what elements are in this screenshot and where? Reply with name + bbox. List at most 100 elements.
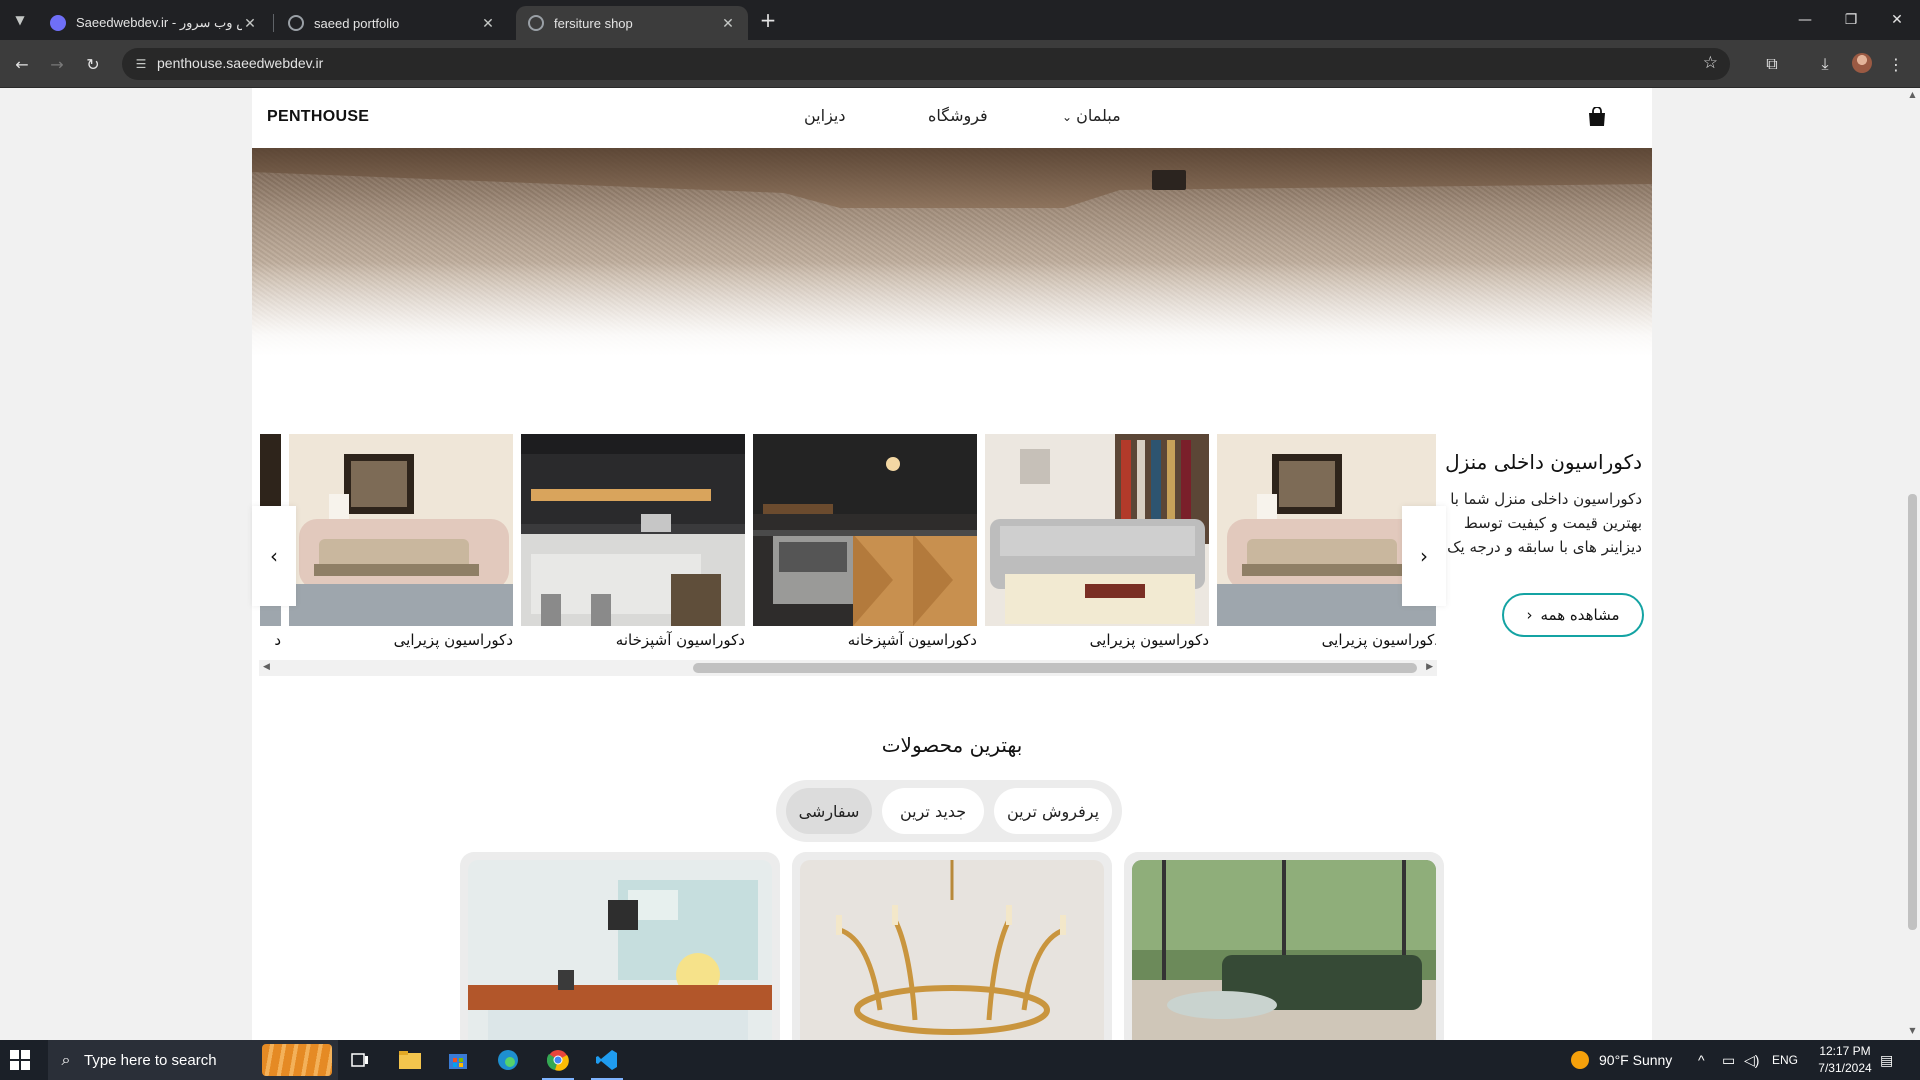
carousel-next-button[interactable]: › [1402, 506, 1446, 606]
decoration-description: دکوراسیون داخلی منزل شما با بهترین قیمت … [1447, 490, 1642, 556]
carousel-card[interactable]: دکوراسیون پزیرایی [985, 434, 1209, 652]
tray-chevron-up-icon[interactable]: ^ [1698, 1040, 1705, 1080]
tab-close-icon[interactable]: ✕ [720, 15, 736, 32]
vscode-icon[interactable] [583, 1040, 631, 1080]
tab-portfolio[interactable]: saeed portfolio ✕ [276, 6, 508, 40]
site-navbar: PENTHOUSE دیزاین فروشگاه مبلمان⌄ [252, 88, 1652, 148]
scroll-left-arrow-icon[interactable]: ◀ [263, 662, 270, 672]
carousel-card[interactable]: دکوراسیون آشپزخانه [753, 434, 977, 652]
product-filter-tabs: پرفروش ترین جدید ترین سفارشی [776, 780, 1122, 842]
nav-furniture-label: مبلمان [1076, 106, 1121, 125]
network-icon[interactable]: ▭ [1722, 1040, 1735, 1080]
filter-custom[interactable]: سفارشی [786, 788, 872, 834]
taskbar-clock[interactable]: 12:17 PM 7/31/2024 [1808, 1043, 1882, 1077]
carousel-scrollbar[interactable]: ◀ ▶ [259, 660, 1437, 676]
volume-icon[interactable]: ◁) [1744, 1040, 1759, 1080]
language-indicator[interactable]: ENG [1772, 1040, 1798, 1080]
tab-title: Saeedwebdev.ir - پارس وب سرور [76, 15, 242, 30]
extensions-icon[interactable]: ⧉ [1760, 52, 1784, 76]
tab-search-icon[interactable]: ▼ [8, 8, 32, 32]
best-products-title: بهترین محصولات [881, 733, 1023, 757]
tab-close-icon[interactable]: ✕ [242, 15, 258, 32]
page-scrollbar[interactable]: ▲ ▼ [1905, 88, 1920, 1040]
task-view-icon[interactable] [336, 1040, 384, 1080]
edge-icon[interactable] [484, 1040, 532, 1080]
tab-title: saeed portfolio [314, 15, 400, 31]
windows-start-icon[interactable] [10, 1050, 30, 1070]
browser-titlebar: ▼ Saeedwebdev.ir - پارس وب سرور ✕ saeed … [0, 0, 1920, 40]
carousel-scrollbar-thumb[interactable] [693, 663, 1417, 673]
card-caption: د [274, 631, 281, 649]
scroll-up-arrow-icon[interactable]: ▲ [1908, 90, 1917, 102]
card-caption: دکوراسیون آشپزخانه [615, 631, 745, 649]
forward-icon[interactable]: → [43, 50, 71, 78]
nav-designers[interactable]: دیزاین [804, 106, 845, 125]
product-card[interactable] [1124, 852, 1444, 1040]
bookmark-star-icon[interactable]: ☆ [1703, 53, 1718, 73]
page-scrollbar-thumb[interactable] [1908, 494, 1917, 930]
card-caption: دکوراسیون پزیرایی [393, 631, 513, 649]
site-info-icon[interactable]: ☰ [132, 55, 150, 73]
file-explorer-icon[interactable] [386, 1040, 434, 1080]
decoration-carousel[interactable]: دکوراسیون پزیرایی دکوراسیون پزیرایی دکور… [260, 434, 1436, 652]
carousel-card[interactable]: دکوراسیون پزیرایی [289, 434, 513, 652]
profile-avatar[interactable] [1852, 53, 1872, 73]
chevron-left-icon: ‹ [270, 544, 278, 568]
tab-title: fersiture shop [554, 15, 633, 31]
see-all-label: مشاهده همه [1540, 606, 1620, 624]
nav-shop[interactable]: فروشگاه [928, 106, 988, 125]
weather-widget[interactable]: 90°F Sunny [1571, 1040, 1672, 1080]
shopping-bag-icon[interactable] [1588, 107, 1606, 127]
chevron-right-icon: › [1420, 544, 1428, 568]
filter-newest[interactable]: جدید ترین [882, 788, 984, 834]
address-bar[interactable]: ☰ penthouse.saeedwebdev.ir ☆ [122, 48, 1730, 80]
carousel-card[interactable]: دکوراسیون آشپزخانه [521, 434, 745, 652]
card-image-kitchen-dark [521, 434, 745, 626]
reload-icon[interactable]: ↻ [79, 50, 107, 78]
chevron-left-icon: ‹ [1526, 606, 1533, 624]
notifications-icon[interactable]: ▤ [1880, 1040, 1893, 1080]
scroll-down-arrow-icon[interactable]: ▼ [1908, 1026, 1917, 1038]
globe-icon [288, 15, 304, 31]
search-highlight-image [262, 1044, 332, 1076]
address-url[interactable]: penthouse.saeedwebdev.ir [157, 55, 323, 71]
scroll-right-arrow-icon[interactable]: ▶ [1426, 662, 1433, 672]
tab-saeedwebdev[interactable]: Saeedwebdev.ir - پارس وب سرور ✕ [38, 6, 270, 40]
close-window-icon[interactable]: ✕ [1874, 0, 1920, 40]
product-card[interactable] [792, 852, 1112, 1040]
card-image-living-room [289, 434, 513, 626]
product-image-chandelier [800, 860, 1104, 1040]
product-image-green-sofa [1132, 860, 1436, 1040]
card-caption: دکوراسیون آشپزخانه [847, 631, 977, 649]
product-card[interactable] [460, 852, 780, 1040]
clock-date: 7/31/2024 [1818, 1061, 1872, 1075]
clock-time: 12:17 PM [1819, 1044, 1871, 1058]
page-viewport: PENTHOUSE دیزاین فروشگاه مبلمان⌄ دکوراسی… [0, 88, 1920, 1040]
tab-separator [273, 14, 274, 32]
site-logo[interactable]: PENTHOUSE [267, 108, 369, 126]
restore-icon[interactable]: ❐ [1828, 0, 1874, 40]
tab-close-icon[interactable]: ✕ [480, 15, 496, 32]
page-content: PENTHOUSE دیزاین فروشگاه مبلمان⌄ دکوراسی… [252, 88, 1652, 1040]
chrome-icon[interactable] [534, 1040, 582, 1080]
decoration-title: دکوراسیون داخلی منزل [1445, 450, 1642, 474]
windows-taskbar: ⌕ Type here to search 90°F Sunny ^ ▭ ◁) … [0, 1040, 1920, 1080]
weather-text: 90°F Sunny [1599, 1052, 1673, 1068]
hero-image [252, 148, 1652, 356]
downloads-icon[interactable]: ⤓ [1813, 52, 1837, 76]
taskbar-search-box[interactable]: ⌕ Type here to search [48, 1040, 338, 1080]
menu-kebab-icon[interactable]: ⋮ [1884, 52, 1908, 76]
new-tab-icon[interactable]: + [756, 8, 780, 32]
browser-toolbar: ← → ↻ ☰ penthouse.saeedwebdev.ir ☆ ⧉ ⤓ ⋮ [0, 40, 1920, 88]
card-caption: دکوراسیون پزیرایی [1321, 631, 1436, 649]
see-all-button[interactable]: مشاهده همه ‹ [1502, 593, 1644, 637]
back-icon[interactable]: ← [8, 50, 36, 78]
tab-fersiture-shop[interactable]: fersiture shop ✕ [516, 6, 748, 40]
taskbar-search-placeholder: Type here to search [84, 1051, 217, 1069]
nav-furniture[interactable]: مبلمان⌄ [1062, 106, 1121, 125]
minimize-icon[interactable]: — [1782, 0, 1828, 40]
carousel-prev-button[interactable]: ‹ [252, 506, 296, 606]
hero-sofa-shape [252, 148, 1652, 208]
filter-best-selling[interactable]: پرفروش ترین [994, 788, 1112, 834]
microsoft-store-icon[interactable] [434, 1040, 482, 1080]
